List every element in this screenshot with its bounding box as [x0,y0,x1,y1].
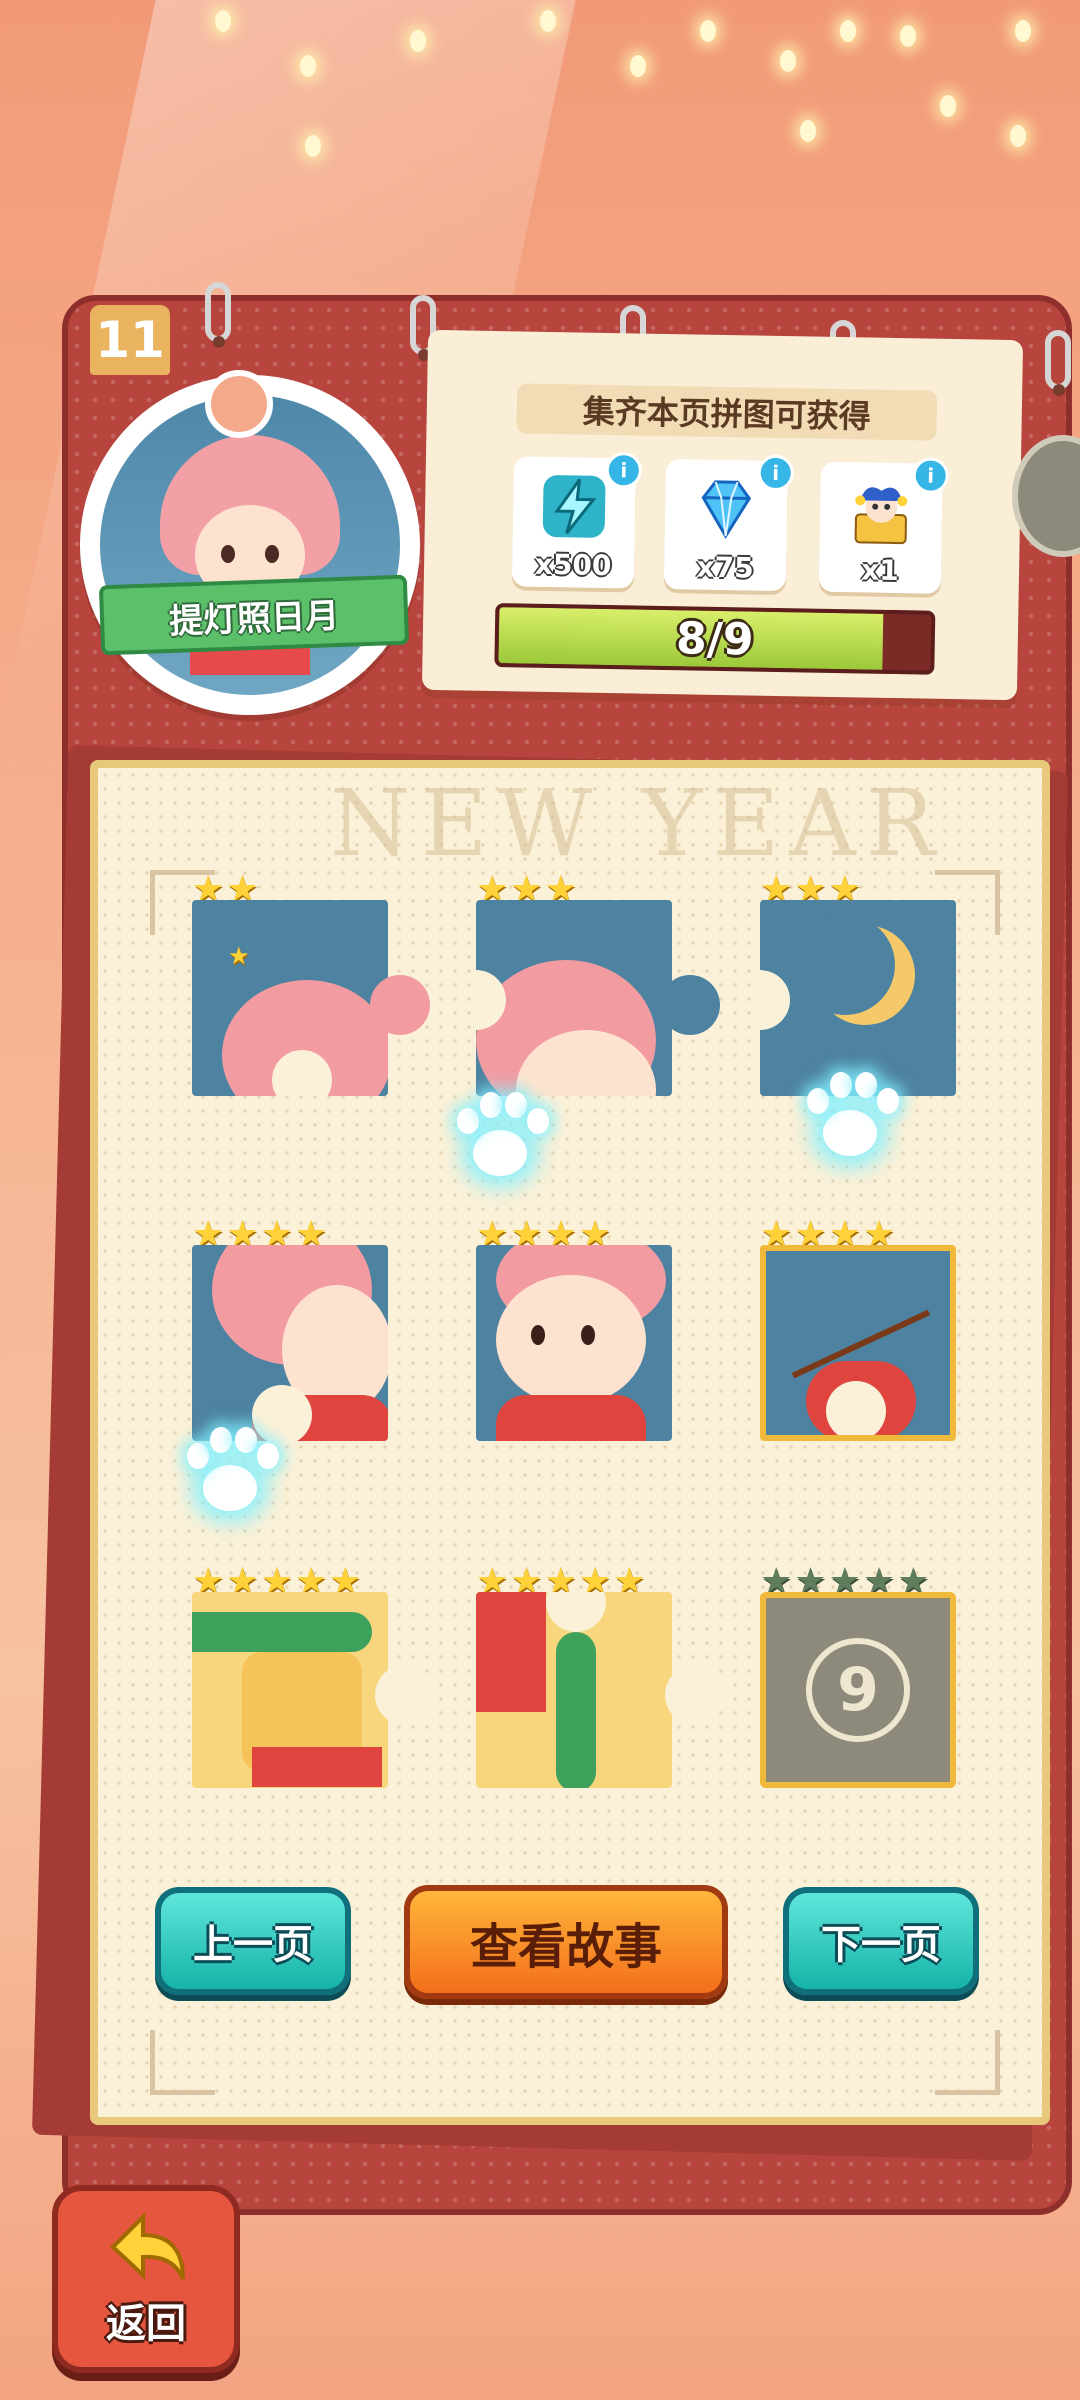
puzzle-piece[interactable] [760,900,956,1096]
puzzle-piece[interactable] [192,1245,388,1441]
piece-tab [665,1665,725,1725]
progress-text: 8/9 [675,612,754,666]
paw-hint-icon[interactable] [795,1070,905,1170]
reward-quantity: x500 [534,547,612,583]
info-icon[interactable]: i [912,457,950,494]
page-number-tab: 11 [90,305,170,375]
back-arrow-icon [110,2212,185,2280]
back-label: 返回 [106,2301,186,2347]
paw-hint-icon[interactable] [175,1425,285,1525]
back-button[interactable]: 返回 [52,2185,240,2373]
binder-ring [205,282,231,348]
puzzle-piece[interactable] [760,1245,956,1441]
blue-diamond-icon [701,480,752,539]
corner-ornament [935,2030,1000,2095]
puzzle-piece[interactable] [476,1245,672,1441]
string-lights [0,0,1080,170]
piece-tab [660,975,720,1035]
reward-quantity: x75 [696,550,754,585]
puzzle-piece[interactable] [476,1592,672,1788]
corner-ornament [150,2030,215,2095]
binder-ring [1045,330,1071,396]
reward-energy[interactable]: x500 i [511,451,643,589]
paw-hint-icon[interactable] [445,1090,555,1190]
info-icon[interactable]: i [605,451,643,489]
jester-character-icon [854,487,908,545]
piece-tab [370,975,430,1035]
badge-hang-hole [205,370,273,438]
puzzle-piece[interactable]: ★ [192,900,388,1096]
piece-number: 9 [806,1638,910,1742]
collection-progress-bar: 8/9 [494,603,936,675]
next-page-button[interactable]: 下一页 [783,1887,979,1995]
page-watermark: NEW YEAR [330,770,946,877]
piece-tab [375,1665,435,1725]
reward-character[interactable]: x1 i [818,457,950,594]
locked-puzzle-piece[interactable]: 9 [760,1592,956,1788]
chapter-title-ribbon: 提灯照日月 [98,574,410,656]
prev-page-button[interactable]: 上一页 [155,1887,351,1995]
view-story-button[interactable]: 查看故事 [404,1885,728,1999]
puzzle-piece[interactable] [476,900,672,1096]
reward-diamond[interactable]: x75 i [663,454,795,592]
reward-quantity: x1 [860,553,900,588]
reward-panel-title: 集齐本页拼图可获得 [516,383,938,441]
puzzle-piece[interactable] [192,1592,388,1788]
lightning-energy-icon [542,475,606,538]
info-icon[interactable]: i [757,454,795,492]
reward-panel: 集齐本页拼图可获得 x500 i x75 i x1 i 8/9 [421,329,1024,701]
